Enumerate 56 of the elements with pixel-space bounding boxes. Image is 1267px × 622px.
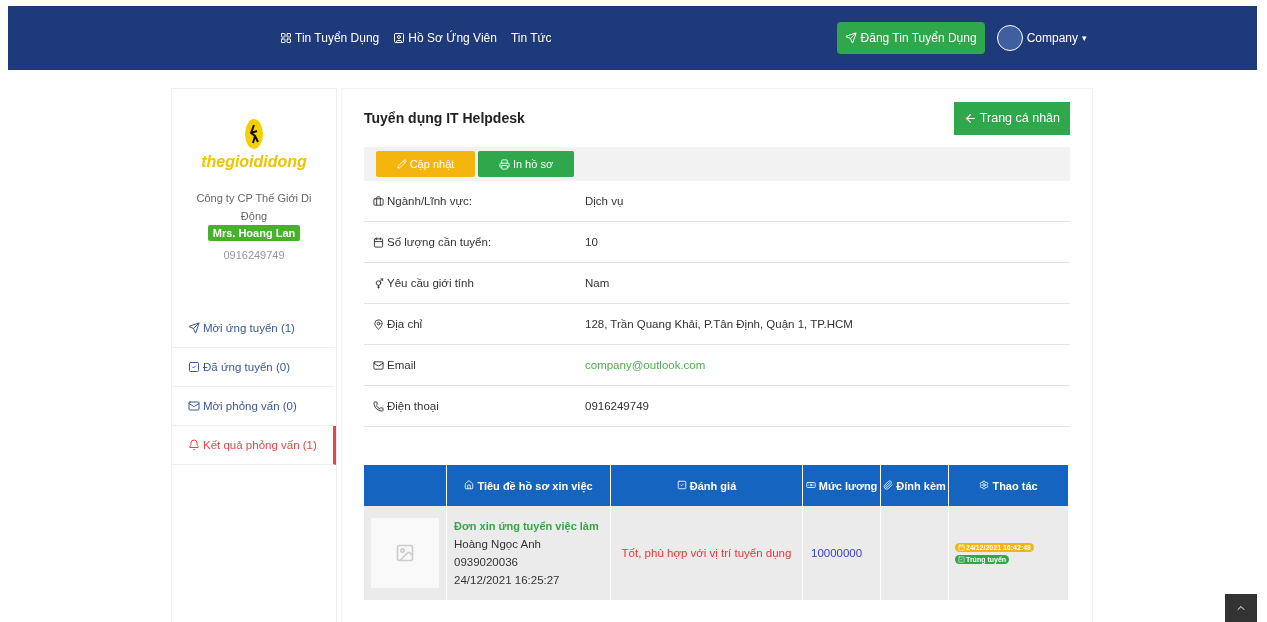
settings-icon [979, 479, 990, 490]
grid-icon [280, 32, 292, 44]
field-label: Số lượng cần tuyển: [364, 236, 585, 248]
briefcase-icon [373, 195, 384, 207]
checkbox-icon [676, 479, 687, 490]
pencil-icon [396, 159, 407, 169]
paperclip-icon [883, 479, 894, 490]
field-value: 128, Trần Quang Khải, P.Tân Định, Quận 1, TP.HCM [585, 318, 853, 330]
column-header: Thao tác [948, 465, 1069, 506]
sidebar-item[interactable]: Mời phỏng vấn (0) [172, 387, 336, 426]
mail-icon [188, 400, 200, 412]
company-name: Công ty CP Thế Giới Di Động [195, 191, 313, 224]
nav-link[interactable]: Tin Tuyển Dụng [280, 31, 380, 45]
phone-number: 0916249749 [223, 249, 285, 261]
sidebar-item[interactable]: Mời ứng tuyển (1) [172, 309, 336, 348]
arrow-left-icon [963, 111, 977, 125]
column-header: Đánh giá [610, 465, 803, 506]
table-cell: Tốt, phù hợp với vị trí tuyển dụng [610, 506, 803, 600]
bell-icon [188, 439, 200, 451]
runner-logo-icon [245, 119, 263, 149]
caret-icon[interactable]: ▾ [1082, 33, 1087, 43]
checkbox-icon [188, 361, 200, 373]
account-name[interactable]: Company [1026, 31, 1078, 45]
mail-icon [373, 359, 384, 371]
send-icon [188, 322, 200, 334]
field-label: Điện thoại [364, 400, 585, 412]
field-value: Dịch vụ [585, 195, 624, 207]
field-label: Ngành/Lĩnh vực: [364, 195, 585, 207]
field-value: Nam [585, 277, 610, 289]
calendar-icon [373, 236, 384, 248]
pin-icon [373, 318, 384, 330]
home-icon [464, 479, 475, 490]
field-value: 0916249749 [585, 400, 649, 412]
money-icon [805, 479, 816, 490]
column-header: Đính kèm [880, 465, 949, 506]
nav-link[interactable]: Hồ Sơ Ứng Viên [393, 31, 497, 45]
nav-link[interactable]: Tin Tức [510, 31, 552, 45]
table-cell: Đơn xin ứng tuyển việc làm Hoàng Ngọc Anh 0939020036 24/12/2021 16:25:27 [446, 506, 611, 600]
send-icon [844, 32, 857, 44]
column-header: Tiêu đề hồ sơ xin việc [446, 465, 611, 506]
sidebar-item[interactable]: Kết quả phỏng vấn (1) [172, 426, 336, 465]
printer-icon [498, 158, 510, 170]
contact-name: Mrs. Hoang Lan [207, 225, 301, 241]
phone-icon [373, 400, 384, 412]
logo-text: thegioididong [201, 153, 307, 171]
column-header: Mức lương [802, 465, 881, 506]
avatar[interactable] [996, 25, 1023, 51]
field-label: Địa chỉ [364, 318, 585, 330]
field-label: Yêu cầu giới tính [364, 277, 585, 289]
table-cell: 10000000 [802, 506, 881, 600]
sidebar-item[interactable]: Đã ứng tuyển (0) [172, 348, 336, 387]
gender-icon [373, 277, 384, 289]
profile-icon [393, 32, 406, 44]
job-title: Tuyển dụng IT Helpdesk [364, 110, 525, 126]
field-label: Email [364, 359, 585, 371]
field-value: 10 [585, 236, 598, 248]
